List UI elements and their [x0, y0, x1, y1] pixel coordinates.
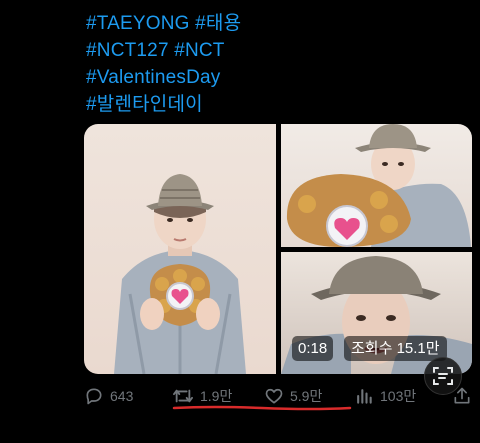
person-with-chocolate-illustration: [286, 124, 471, 247]
like-count: 5.9만: [290, 388, 323, 404]
hashtag-line[interactable]: #NCT127 #NCT: [86, 37, 466, 64]
retweet-count: 1.9만: [200, 388, 233, 404]
like-icon: [265, 388, 283, 404]
photo-left[interactable]: [84, 124, 276, 374]
hashtag-line[interactable]: #발렌타인데이: [86, 91, 466, 118]
retweet-icon: [173, 389, 193, 403]
share-action[interactable]: [452, 382, 472, 410]
hashtag-line[interactable]: #TAEYONG #태용: [86, 10, 466, 37]
view-count: 103만: [380, 388, 417, 404]
reply-action[interactable]: 643: [84, 382, 133, 410]
photo-top-right[interactable]: [281, 124, 472, 247]
reply-icon: [86, 388, 102, 405]
reply-count: 643: [110, 388, 134, 404]
video-duration: 0:18: [292, 336, 334, 361]
tweet-hashtags: #TAEYONG #태용 #NCT127 #NCT #ValentinesDay…: [86, 10, 466, 118]
share-icon: [454, 387, 470, 404]
annotation-underline: [172, 405, 352, 411]
video-view-count: 조회수 15.1만: [344, 336, 447, 361]
hashtag-line[interactable]: #ValentinesDay: [86, 64, 466, 91]
views-action[interactable]: 103만: [354, 382, 416, 410]
views-icon: [357, 389, 372, 404]
person-holding-chocolate-illustration: [114, 174, 246, 374]
